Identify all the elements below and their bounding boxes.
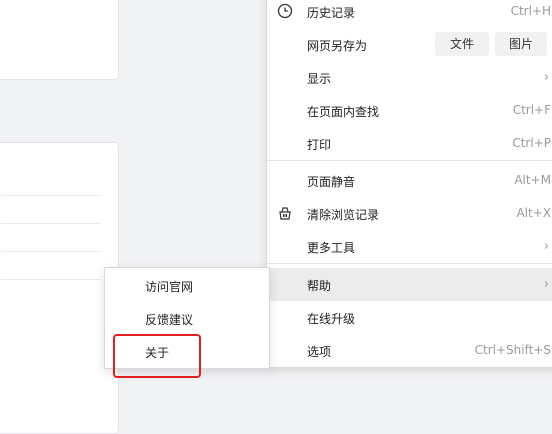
menu-item-label: 更多工具 [307, 241, 356, 255]
menu-item-label: 打印 [307, 138, 332, 152]
annotation-highlight-box [113, 334, 201, 378]
menu-separator [267, 263, 552, 264]
menu-item-help[interactable]: 帮助 › [267, 268, 552, 301]
submenu-item-feedback[interactable]: 反馈建议 [105, 302, 269, 334]
menu-item-print[interactable]: 打印 Ctrl+P [267, 127, 552, 160]
menu-item-label: 选项 [307, 345, 332, 359]
submenu-item-label: 访问官网 [145, 280, 194, 294]
chevron-right-icon: › [543, 70, 549, 85]
menu-item-label: 页面静音 [307, 175, 356, 189]
divider [1, 195, 101, 196]
menu-item-upgrade[interactable]: 在线升级 [267, 301, 552, 334]
shortcut-text: Alt+X [516, 206, 551, 220]
menu-item-label: 帮助 [307, 279, 332, 293]
menu-item-label: 在页面内查找 [307, 105, 380, 119]
menu-item-label: 显示 [307, 72, 332, 86]
submenu-item-label: 反馈建议 [145, 313, 194, 327]
menu-item-label: 清除浏览记录 [307, 208, 380, 222]
chevron-right-icon: › [543, 239, 549, 254]
chevron-right-icon: › [543, 277, 549, 292]
shortcut-text: Ctrl+P [512, 136, 551, 150]
divider [1, 279, 101, 280]
divider [1, 223, 101, 224]
shortcut-text: Ctrl+H [510, 4, 551, 18]
divider [1, 251, 101, 252]
shortcut-text: Ctrl+Shift+S [474, 343, 551, 357]
broom-icon [277, 205, 293, 221]
save-as-file-button[interactable]: 文件 [435, 32, 489, 56]
submenu-item-visit-site[interactable]: 访问官网 [105, 269, 269, 301]
shortcut-text: Ctrl+F [512, 103, 551, 117]
menu-item-find[interactable]: 在页面内查找 Ctrl+F [267, 94, 552, 127]
background-panel-main [0, 142, 119, 434]
menu-item-options[interactable]: 选项 Ctrl+Shift+S [267, 334, 552, 367]
menu-item-more-tools[interactable]: 更多工具 › [267, 230, 552, 263]
menu-item-save-as[interactable]: 网页另存为 文件 图片 [267, 28, 552, 61]
background-panel-top [0, 0, 119, 80]
shortcut-text: Alt+M [514, 173, 551, 187]
menu-item-label: 网页另存为 [307, 39, 368, 53]
menu-item-clear-history[interactable]: 清除浏览记录 Alt+X [267, 197, 552, 230]
save-as-image-button[interactable]: 图片 [495, 32, 547, 56]
menu-item-label: 历史记录 [307, 6, 356, 20]
clock-icon [277, 3, 293, 19]
browser-main-menu: 历史记录 Ctrl+H 网页另存为 文件 图片 显示 › 在页面内查找 Ctrl… [266, 0, 552, 368]
menu-item-mute[interactable]: 页面静音 Alt+M [267, 164, 552, 197]
menu-item-label: 在线升级 [307, 312, 356, 326]
menu-separator [267, 160, 552, 161]
menu-item-display[interactable]: 显示 › [267, 61, 552, 94]
menu-item-history[interactable]: 历史记录 Ctrl+H [267, 0, 552, 28]
